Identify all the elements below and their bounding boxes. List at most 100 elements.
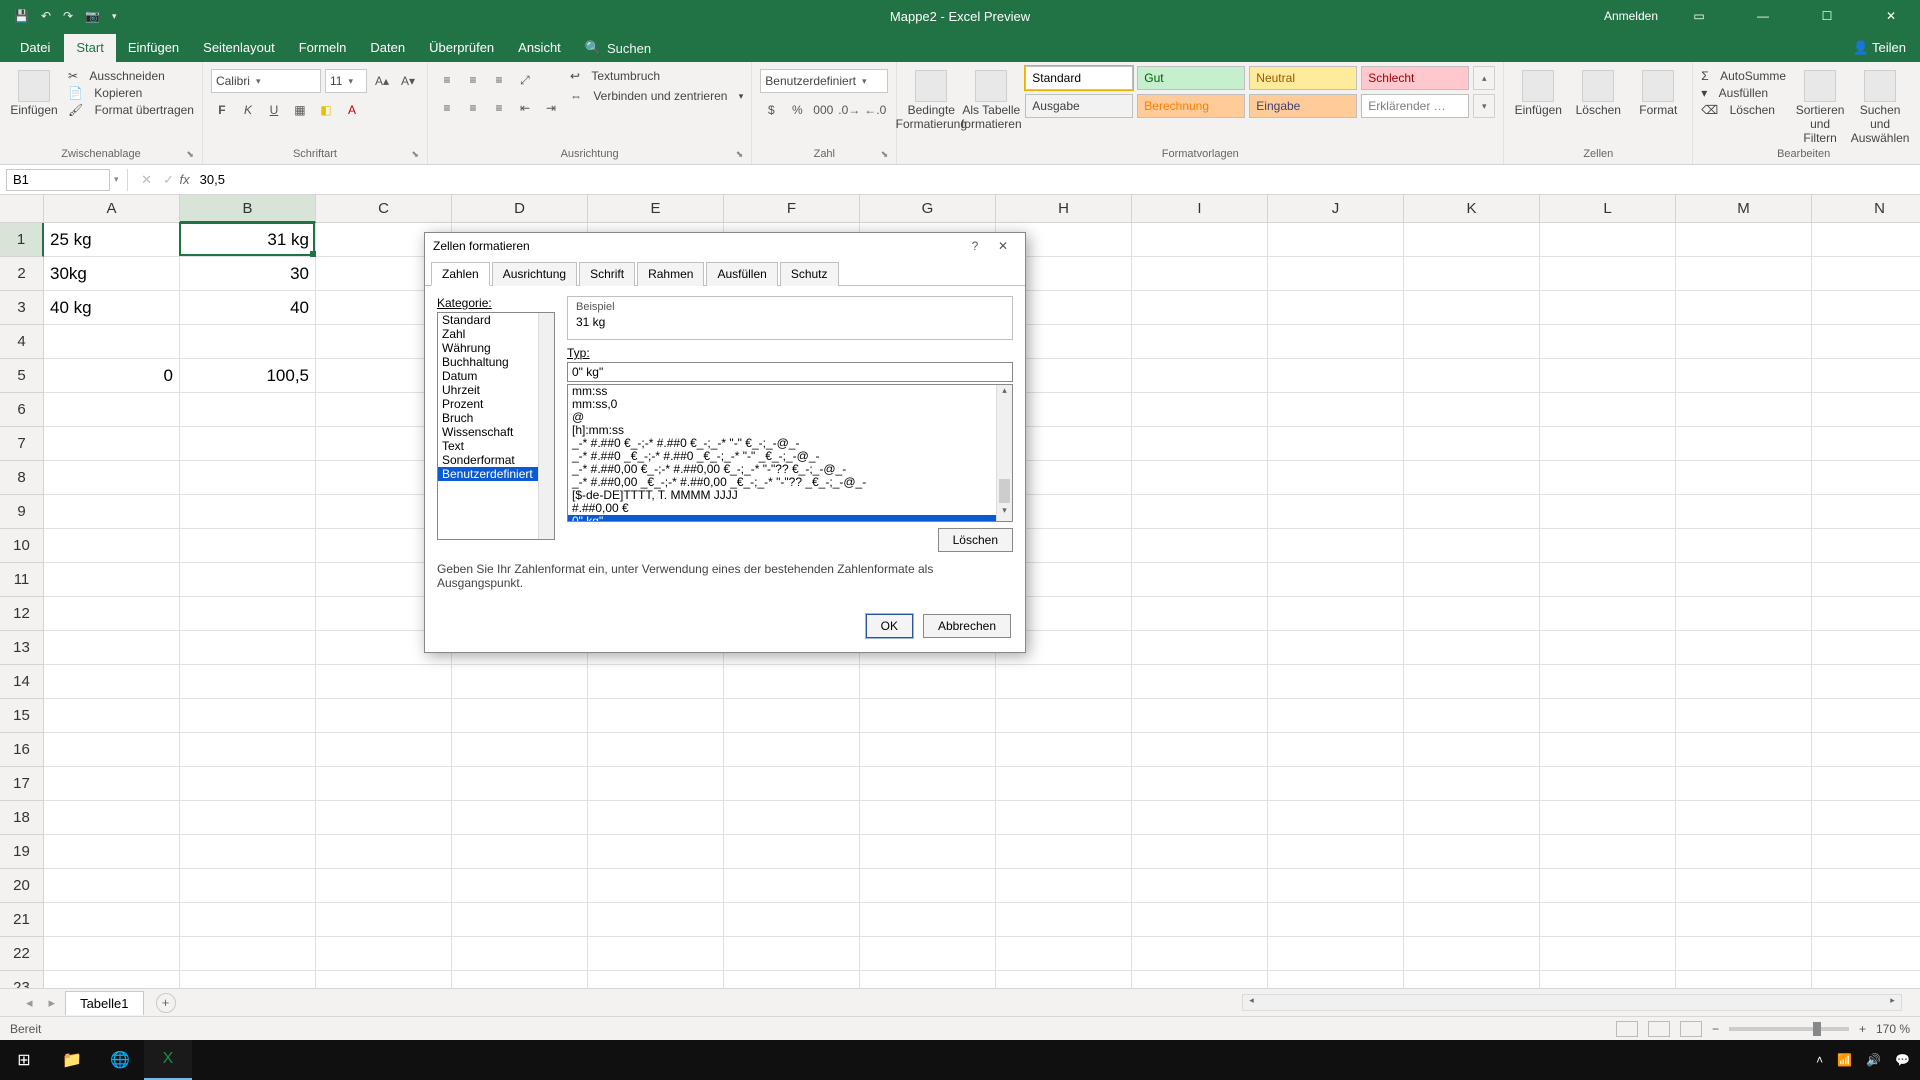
row-header[interactable]: 7 — [0, 427, 44, 461]
cell[interactable] — [180, 869, 316, 903]
volume-icon[interactable]: 🔊 — [1866, 1053, 1881, 1067]
cell[interactable] — [452, 801, 588, 835]
tab-seitenlayout[interactable]: Seitenlayout — [191, 34, 287, 62]
cell[interactable] — [1268, 801, 1404, 835]
row-header[interactable]: 22 — [0, 937, 44, 971]
cell[interactable] — [724, 665, 860, 699]
cell[interactable] — [316, 665, 452, 699]
cell-style-option[interactable]: Ausgabe — [1025, 94, 1133, 118]
cell[interactable] — [316, 699, 452, 733]
file-explorer-icon[interactable]: 📁 — [48, 1040, 96, 1080]
cell[interactable] — [724, 869, 860, 903]
cell[interactable] — [1268, 461, 1404, 495]
category-item[interactable]: Währung — [438, 341, 554, 355]
cell[interactable] — [316, 835, 452, 869]
cell[interactable] — [1812, 597, 1920, 631]
cell[interactable] — [44, 427, 180, 461]
cell[interactable] — [1404, 257, 1540, 291]
cell[interactable] — [1812, 495, 1920, 529]
cell[interactable] — [860, 801, 996, 835]
row-header[interactable]: 17 — [0, 767, 44, 801]
cell[interactable] — [1540, 325, 1676, 359]
cell[interactable] — [1676, 631, 1812, 665]
cell[interactable] — [724, 733, 860, 767]
category-item[interactable]: Bruch — [438, 411, 554, 425]
row-header[interactable]: 18 — [0, 801, 44, 835]
cell[interactable] — [1268, 937, 1404, 971]
fill-button[interactable]: ▾ Ausfüllen — [1701, 86, 1786, 100]
cell[interactable] — [1540, 495, 1676, 529]
page-break-view-icon[interactable] — [1680, 1021, 1702, 1037]
cell[interactable] — [1812, 801, 1920, 835]
cell[interactable]: 30kg — [44, 257, 180, 291]
cell[interactable] — [1676, 699, 1812, 733]
cell[interactable] — [1404, 223, 1540, 257]
accounting-format-icon[interactable]: $ — [760, 99, 782, 121]
column-header[interactable]: E — [588, 195, 724, 223]
format-item[interactable]: 0" kg" — [568, 515, 1012, 522]
cell[interactable] — [1676, 903, 1812, 937]
dialog-tab[interactable]: Ausrichtung — [492, 262, 577, 286]
cell[interactable] — [1268, 869, 1404, 903]
cell[interactable] — [996, 665, 1132, 699]
column-header[interactable]: D — [452, 195, 588, 223]
decrease-decimal-icon[interactable]: ←.0 — [864, 99, 886, 121]
cell[interactable] — [452, 971, 588, 988]
camera-icon[interactable]: 📷 — [85, 9, 100, 23]
cell[interactable] — [316, 767, 452, 801]
autosum-button[interactable]: Σ AutoSumme — [1701, 69, 1786, 83]
cell[interactable] — [996, 937, 1132, 971]
cell[interactable] — [316, 801, 452, 835]
zoom-in-icon[interactable]: + — [1859, 1022, 1866, 1036]
cell[interactable] — [724, 767, 860, 801]
row-header[interactable]: 8 — [0, 461, 44, 495]
dialog-tab[interactable]: Zahlen — [431, 262, 490, 286]
cell[interactable] — [180, 665, 316, 699]
cell-style-option[interactable]: Gut — [1137, 66, 1245, 90]
tab-überprüfen[interactable]: Überprüfen — [417, 34, 506, 62]
cell[interactable] — [588, 801, 724, 835]
column-header[interactable]: M — [1676, 195, 1812, 223]
cell[interactable] — [1404, 461, 1540, 495]
row-header[interactable]: 3 — [0, 291, 44, 325]
tab-daten[interactable]: Daten — [358, 34, 417, 62]
cell[interactable] — [1676, 223, 1812, 257]
format-item[interactable]: _-* #.##0 _€_-;-* #.##0 _€_-;_-* "-" _€_… — [568, 450, 1012, 463]
tab-einfügen[interactable]: Einfügen — [116, 34, 191, 62]
cell[interactable] — [316, 869, 452, 903]
tab-formeln[interactable]: Formeln — [287, 34, 359, 62]
cell[interactable] — [1268, 631, 1404, 665]
cell[interactable] — [1812, 835, 1920, 869]
cell[interactable] — [1812, 325, 1920, 359]
cancel-edit-icon[interactable]: ✕ — [136, 169, 158, 191]
cell[interactable] — [1676, 835, 1812, 869]
cell[interactable] — [1268, 971, 1404, 988]
cell[interactable] — [316, 937, 452, 971]
cell[interactable] — [44, 937, 180, 971]
cell[interactable] — [1132, 461, 1268, 495]
row-header[interactable]: 11 — [0, 563, 44, 597]
maximize-icon[interactable]: ☐ — [1804, 9, 1850, 23]
cell[interactable] — [1268, 903, 1404, 937]
cell[interactable] — [1132, 359, 1268, 393]
format-item[interactable]: @ — [568, 411, 1012, 424]
column-header[interactable]: B — [180, 195, 316, 223]
cell[interactable] — [44, 801, 180, 835]
cell[interactable] — [1404, 767, 1540, 801]
cell-style-option[interactable]: Neutral — [1249, 66, 1357, 90]
cell[interactable] — [1268, 427, 1404, 461]
category-list[interactable]: StandardZahlWährungBuchhaltungDatumUhrze… — [437, 312, 555, 540]
tell-me-search[interactable]: 🔍 Suchen — [573, 34, 663, 62]
cell[interactable] — [1812, 937, 1920, 971]
dialog-close-icon[interactable]: ✕ — [989, 239, 1017, 253]
cell[interactable] — [588, 869, 724, 903]
cell[interactable] — [1404, 835, 1540, 869]
gallery-more-icon[interactable]: ▾ — [1473, 94, 1495, 118]
cell[interactable] — [588, 971, 724, 988]
scrollbar[interactable]: ▴▾ — [996, 385, 1012, 521]
cell[interactable] — [1268, 359, 1404, 393]
cell[interactable] — [860, 971, 996, 988]
cell[interactable] — [44, 461, 180, 495]
cell[interactable] — [1676, 529, 1812, 563]
cell[interactable] — [1132, 971, 1268, 988]
